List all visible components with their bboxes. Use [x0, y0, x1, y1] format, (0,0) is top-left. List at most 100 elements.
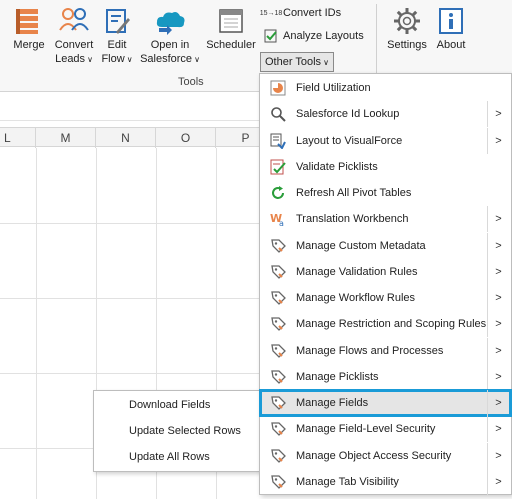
convert-ids-label: Convert IDs [283, 7, 342, 19]
menu-item-manage-custom-metadata[interactable]: Manage Custom Metadata > [260, 232, 511, 259]
merge-icon [11, 4, 47, 38]
calendar-icon [213, 4, 249, 38]
menu-item-manage-tab-visibility[interactable]: Manage Tab Visibility > [260, 468, 511, 495]
translation-icon: Wa [270, 211, 286, 227]
chevron-down-icon: ∨ [323, 57, 329, 67]
menu-item-label: Salesforce Id Lookup [296, 108, 400, 121]
scheduler-button[interactable]: Scheduler [204, 0, 258, 52]
edit-flow-label-2: Flow [101, 53, 125, 65]
wrench-icon [99, 4, 135, 38]
menu-item-label: Layout to VisualForce [296, 134, 403, 147]
menu-item-label: Translation Workbench [296, 213, 409, 226]
tag-icon [270, 264, 286, 280]
chevron-right-icon[interactable]: > [487, 363, 509, 390]
chevron-down-icon: ∨ [194, 55, 200, 64]
menu-item-manage-fields[interactable]: Manage Fields > [259, 389, 512, 417]
update-selected-rows-item[interactable]: Update Selected Rows [94, 418, 260, 444]
tag-icon [270, 448, 286, 464]
settings-label: Settings [387, 39, 427, 51]
menu-item-manage-picklists[interactable]: Manage Picklists > [260, 363, 511, 390]
menu-item-label: Manage Custom Metadata [296, 239, 426, 252]
analyze-layouts-button[interactable]: Analyze Layouts [262, 29, 364, 43]
menu-item-manage-field-level-security[interactable]: Manage Field-Level Security > [260, 416, 511, 443]
tag-icon [270, 474, 286, 490]
chevron-right-icon[interactable]: > [487, 258, 509, 285]
menu-item-refresh-all-pivot-tables[interactable]: Refresh All Pivot Tables [260, 180, 511, 206]
chevron-right-icon[interactable]: > [487, 468, 509, 495]
column-header-o[interactable]: O [156, 128, 216, 148]
convert-leads-icon [56, 4, 92, 38]
menu-item-label: Manage Picklists [296, 370, 379, 383]
menu-item-layout-to-visualforce[interactable]: Layout to VisualForce > [260, 127, 511, 154]
download-fields-item[interactable]: Download Fields [94, 392, 260, 418]
column-header-m[interactable]: M [36, 128, 96, 148]
convert-ids-button[interactable]: 15→18 Convert IDs [260, 6, 342, 20]
menu-item-label: Manage Field-Level Security [296, 423, 436, 436]
other-tools-button[interactable]: Other Tools ∨ [260, 52, 334, 72]
other-tools-label: Other Tools [265, 56, 322, 68]
menu-item-label: Refresh All Pivot Tables [296, 187, 412, 199]
chevron-right-icon[interactable]: > [487, 416, 509, 443]
about-label: About [436, 39, 466, 51]
gear-icon [389, 4, 425, 38]
merge-button[interactable]: Merge [8, 0, 50, 52]
salesforce-cloud-icon [152, 4, 188, 38]
menu-item-salesforce-id-lookup[interactable]: Salesforce Id Lookup > [260, 101, 511, 128]
menu-item-label: Manage Restriction and Scoping Rules [296, 318, 487, 331]
analyze-layouts-label: Analyze Layouts [283, 30, 364, 42]
menu-item-translation-workbench[interactable]: Wa Translation Workbench > [260, 206, 511, 233]
merge-label: Merge [13, 39, 45, 51]
gridline [36, 148, 37, 499]
manage-fields-submenu: Download Fields Update Selected Rows Upd… [93, 390, 261, 472]
tag-icon [270, 421, 286, 437]
menu-item-label: Manage Workflow Rules [296, 292, 416, 304]
convert-leads-label-1: Convert [54, 39, 94, 51]
tag-icon [270, 395, 286, 411]
menu-item-manage-workflow-rules[interactable]: Manage Workflow Rules > [260, 285, 511, 311]
convert-leads-label-2: Leads [55, 53, 86, 65]
refresh-icon [270, 185, 286, 201]
other-tools-menu: Field Utilization Salesforce Id Lookup > La… [259, 73, 512, 495]
convert-leads-button[interactable]: Convert Leads ∨ [50, 0, 98, 67]
column-header-l[interactable]: L [0, 128, 36, 148]
menu-item-manage-validation-rules[interactable]: Manage Validation Rules > [260, 258, 511, 285]
update-all-rows-item[interactable]: Update All Rows [94, 444, 260, 470]
search-icon [270, 106, 286, 122]
open-in-salesforce-button[interactable]: Open in Salesforce ∨ [137, 0, 203, 67]
chevron-right-icon[interactable]: > [487, 285, 509, 311]
field-utilization-icon [270, 80, 286, 96]
info-icon [433, 4, 469, 38]
tag-icon [270, 316, 286, 332]
chevron-right-icon[interactable]: > [487, 442, 509, 469]
menu-item-manage-flows-and-processes[interactable]: Manage Flows and Processes > [260, 337, 511, 364]
chevron-right-icon[interactable]: > [487, 206, 509, 233]
chevron-right-icon[interactable]: > [487, 232, 509, 259]
edit-flow-button[interactable]: Edit Flow ∨ [98, 0, 136, 67]
menu-item-label: Manage Tab Visibility [296, 475, 399, 488]
menu-item-field-utilization[interactable]: Field Utilization [260, 75, 511, 101]
chevron-right-icon[interactable]: > [487, 390, 509, 416]
about-button[interactable]: About [432, 0, 470, 52]
menu-item-manage-object-access-security[interactable]: Manage Object Access Security > [260, 442, 511, 469]
tag-icon [270, 290, 286, 306]
chevron-right-icon[interactable]: > [487, 101, 509, 128]
menu-item-validate-picklists[interactable]: Validate Picklists [260, 154, 511, 180]
chevron-right-icon[interactable]: > [487, 311, 509, 338]
chevron-down-icon: ∨ [126, 55, 133, 64]
menu-item-label: Manage Fields [296, 397, 369, 409]
svg-text:a: a [279, 219, 284, 227]
tag-icon [270, 369, 286, 385]
menu-item-manage-restriction-and-scoping-rules[interactable]: Manage Restriction and Scoping Rules > [260, 311, 511, 338]
menu-item-label: Validate Picklists [296, 160, 378, 173]
open-sf-label-2: Salesforce [140, 53, 193, 65]
settings-button[interactable]: Settings [384, 0, 430, 52]
column-header-n[interactable]: N [96, 128, 156, 148]
edit-flow-label-1: Edit [107, 39, 127, 51]
menu-item-label: Manage Object Access Security [296, 449, 452, 462]
menu-item-label: Field Utilization [296, 82, 371, 94]
chevron-right-icon[interactable]: > [487, 337, 509, 364]
chevron-right-icon[interactable]: > [487, 127, 509, 154]
tag-icon [270, 238, 286, 254]
menu-item-label: Manage Validation Rules [296, 265, 418, 278]
open-sf-label-1: Open in [150, 39, 190, 51]
